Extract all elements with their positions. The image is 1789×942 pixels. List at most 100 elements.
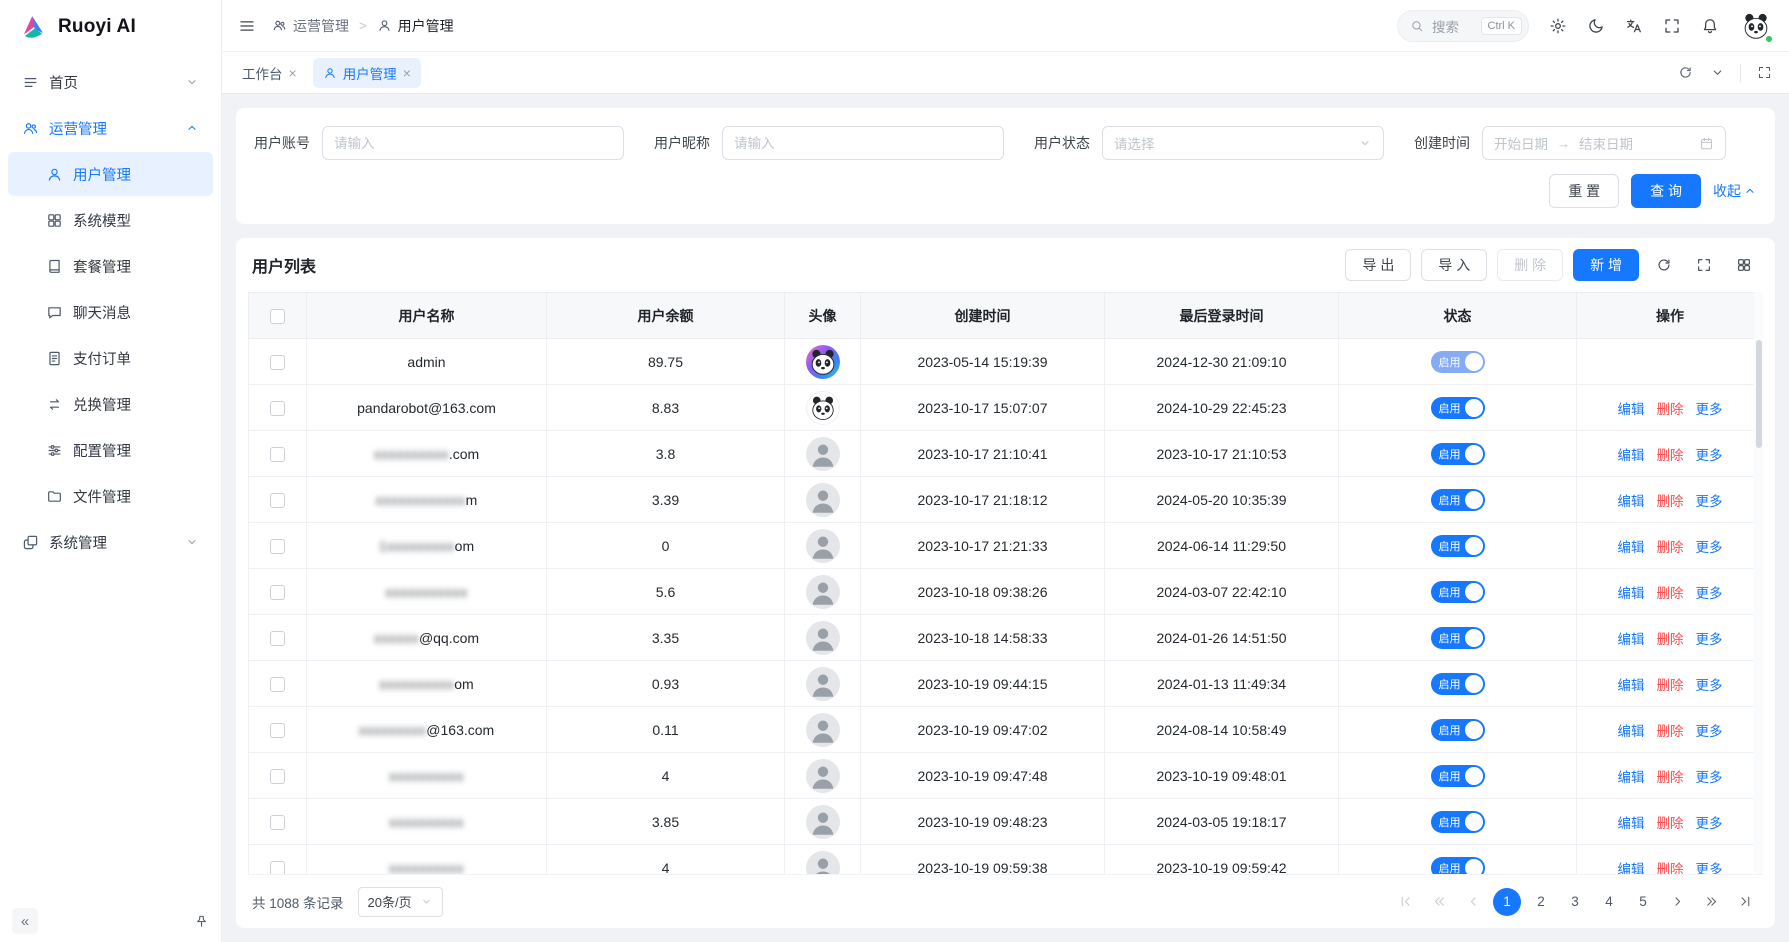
page-button-5[interactable]: 5 [1629, 888, 1657, 916]
edit-link[interactable]: 编辑 [1618, 402, 1645, 417]
more-link[interactable]: 更多 [1696, 494, 1723, 509]
delete-link[interactable]: 删除 [1657, 862, 1684, 875]
delete-link[interactable]: 删除 [1657, 448, 1684, 463]
hamburger-menu-icon[interactable] [238, 17, 256, 35]
created-date-range[interactable]: 开始日期 → 结束日期 [1482, 126, 1726, 160]
sidebar-collapse-button[interactable]: « [12, 908, 38, 934]
tab-user-management[interactable]: 用户管理 × [313, 58, 421, 88]
tab-workbench[interactable]: 工作台 × [232, 58, 307, 88]
edit-link[interactable]: 编辑 [1618, 816, 1645, 831]
status-toggle[interactable]: 启用 [1431, 581, 1485, 603]
breadcrumb-user-management[interactable]: 用户管理 [377, 16, 454, 36]
export-button[interactable]: 导 出 [1345, 249, 1411, 281]
edit-link[interactable]: 编辑 [1618, 632, 1645, 647]
more-link[interactable]: 更多 [1696, 632, 1723, 647]
dark-mode-moon-icon[interactable] [1587, 17, 1605, 35]
sidebar-item-users[interactable]: 运营管理 [8, 106, 213, 150]
row-checkbox[interactable] [270, 815, 285, 830]
collapse-filter-link[interactable]: 收起 [1713, 181, 1757, 201]
select-all-checkbox[interactable] [270, 309, 285, 324]
delete-link[interactable]: 删除 [1657, 540, 1684, 555]
fullscreen-icon[interactable] [1663, 17, 1681, 35]
delete-link[interactable]: 删除 [1657, 586, 1684, 601]
sidebar-item-book[interactable]: 套餐管理 [8, 244, 213, 288]
prev-page-button[interactable] [1459, 888, 1487, 916]
status-toggle[interactable]: 启用 [1431, 351, 1485, 373]
user-avatar[interactable] [1739, 9, 1773, 43]
next-page-button[interactable] [1663, 888, 1691, 916]
more-link[interactable]: 更多 [1696, 770, 1723, 785]
status-toggle[interactable]: 启用 [1431, 397, 1485, 419]
sidebar-item-receipt[interactable]: 支付订单 [8, 336, 213, 380]
edit-link[interactable]: 编辑 [1618, 678, 1645, 693]
add-button[interactable]: 新 增 [1573, 249, 1639, 281]
row-checkbox[interactable] [270, 539, 285, 554]
first-page-button[interactable] [1391, 888, 1419, 916]
page-button-4[interactable]: 4 [1595, 888, 1623, 916]
global-search[interactable]: 搜索 Ctrl K [1397, 10, 1529, 42]
last-page-button[interactable] [1731, 888, 1759, 916]
status-toggle[interactable]: 启用 [1431, 719, 1485, 741]
sidebar-item-grid[interactable]: 系统模型 [8, 198, 213, 242]
translate-icon[interactable] [1625, 17, 1643, 35]
notifications-bell-icon[interactable] [1701, 17, 1719, 35]
row-checkbox[interactable] [270, 493, 285, 508]
page-button-1[interactable]: 1 [1493, 888, 1521, 916]
sidebar-item-sliders[interactable]: 配置管理 [8, 428, 213, 472]
more-link[interactable]: 更多 [1696, 862, 1723, 875]
import-button[interactable]: 导 入 [1421, 249, 1487, 281]
status-toggle[interactable]: 启用 [1431, 811, 1485, 833]
delete-link[interactable]: 删除 [1657, 770, 1684, 785]
sidebar-item-layers[interactable]: 系统管理 [8, 520, 213, 564]
row-checkbox[interactable] [270, 677, 285, 692]
row-checkbox[interactable] [270, 769, 285, 784]
close-icon[interactable]: × [289, 66, 297, 80]
delete-link[interactable]: 删除 [1657, 724, 1684, 739]
status-toggle[interactable]: 启用 [1431, 443, 1485, 465]
status-toggle[interactable]: 启用 [1431, 489, 1485, 511]
status-toggle[interactable]: 启用 [1431, 673, 1485, 695]
sidebar-item-chat[interactable]: 聊天消息 [8, 290, 213, 334]
next-5-pages-button[interactable] [1697, 888, 1725, 916]
more-link[interactable]: 更多 [1696, 724, 1723, 739]
more-link[interactable]: 更多 [1696, 540, 1723, 555]
scrollbar-thumb[interactable] [1756, 340, 1762, 448]
tab-options-chevron-down-icon[interactable] [1702, 58, 1732, 88]
refresh-tab-icon[interactable] [1670, 58, 1700, 88]
sidebar-item-exchange[interactable]: 兑换管理 [8, 382, 213, 426]
delete-link[interactable]: 删除 [1657, 402, 1684, 417]
reset-button[interactable]: 重 置 [1549, 174, 1619, 208]
delete-link[interactable]: 删除 [1657, 816, 1684, 831]
delete-link[interactable]: 删除 [1657, 678, 1684, 693]
more-link[interactable]: 更多 [1696, 402, 1723, 417]
delete-link[interactable]: 删除 [1657, 494, 1684, 509]
edit-link[interactable]: 编辑 [1618, 540, 1645, 555]
edit-link[interactable]: 编辑 [1618, 724, 1645, 739]
prev-5-pages-button[interactable] [1425, 888, 1453, 916]
close-icon[interactable]: × [403, 66, 411, 80]
status-toggle[interactable]: 启用 [1431, 765, 1485, 787]
more-link[interactable]: 更多 [1696, 678, 1723, 693]
settings-gear-icon[interactable] [1549, 17, 1567, 35]
query-button[interactable]: 查 询 [1631, 174, 1701, 208]
breadcrumb-operations[interactable]: 运营管理 [272, 16, 349, 36]
row-checkbox[interactable] [270, 447, 285, 462]
status-toggle[interactable]: 启用 [1431, 535, 1485, 557]
status-select[interactable]: 请选择 [1102, 126, 1384, 160]
pin-icon[interactable] [194, 914, 209, 929]
row-checkbox[interactable] [270, 631, 285, 646]
row-checkbox[interactable] [270, 585, 285, 600]
edit-link[interactable]: 编辑 [1618, 862, 1645, 875]
account-input[interactable] [322, 126, 624, 160]
row-checkbox[interactable] [270, 723, 285, 738]
logo[interactable]: Ruoyi AI [0, 0, 221, 54]
maximize-content-icon[interactable] [1749, 58, 1779, 88]
more-link[interactable]: 更多 [1696, 816, 1723, 831]
nickname-input[interactable] [722, 126, 1004, 160]
more-link[interactable]: 更多 [1696, 586, 1723, 601]
status-toggle[interactable]: 启用 [1431, 627, 1485, 649]
more-link[interactable]: 更多 [1696, 448, 1723, 463]
sidebar-item-folder[interactable]: 文件管理 [8, 474, 213, 518]
edit-link[interactable]: 编辑 [1618, 770, 1645, 785]
page-size-select[interactable]: 20条/页 [358, 887, 443, 917]
